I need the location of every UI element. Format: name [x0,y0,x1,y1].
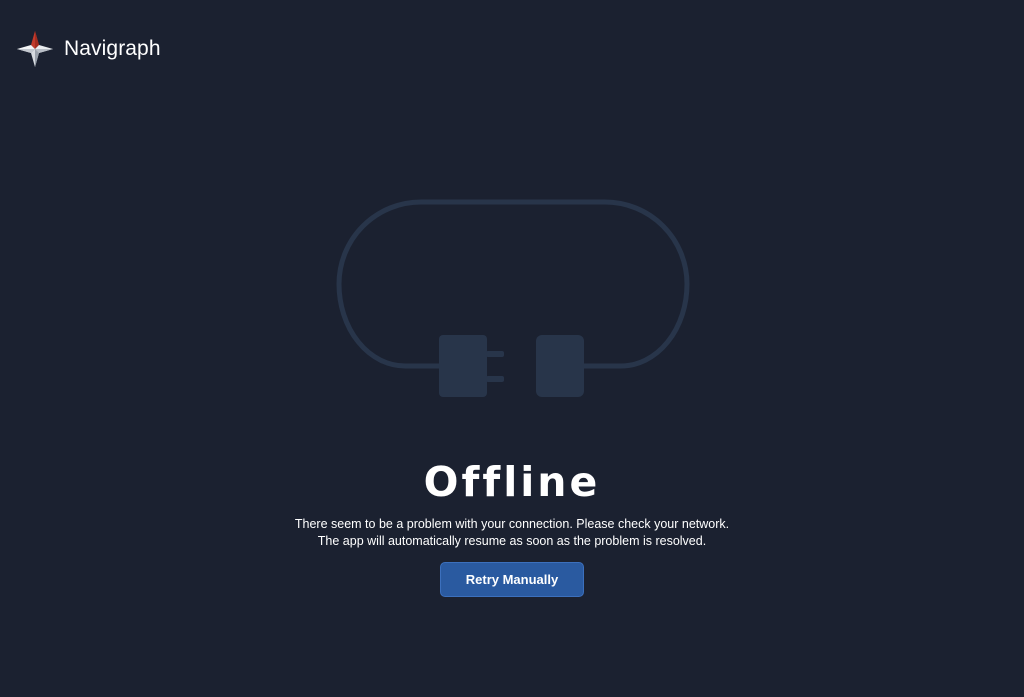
offline-message: There seem to be a problem with your con… [0,516,1024,550]
offline-message-line-2: The app will automatically resume as soo… [317,534,707,548]
offline-message-line-1: There seem to be a problem with your con… [294,517,730,531]
brand: Navigraph [16,30,161,68]
offline-screen: Navigraph Offline There seem to be a pro… [0,0,1024,697]
offline-title: Offline [423,458,601,506]
navigraph-logo-icon [17,31,53,67]
retry-manually-button[interactable]: Retry Manually [440,562,584,597]
brand-name: Navigraph [64,37,161,60]
